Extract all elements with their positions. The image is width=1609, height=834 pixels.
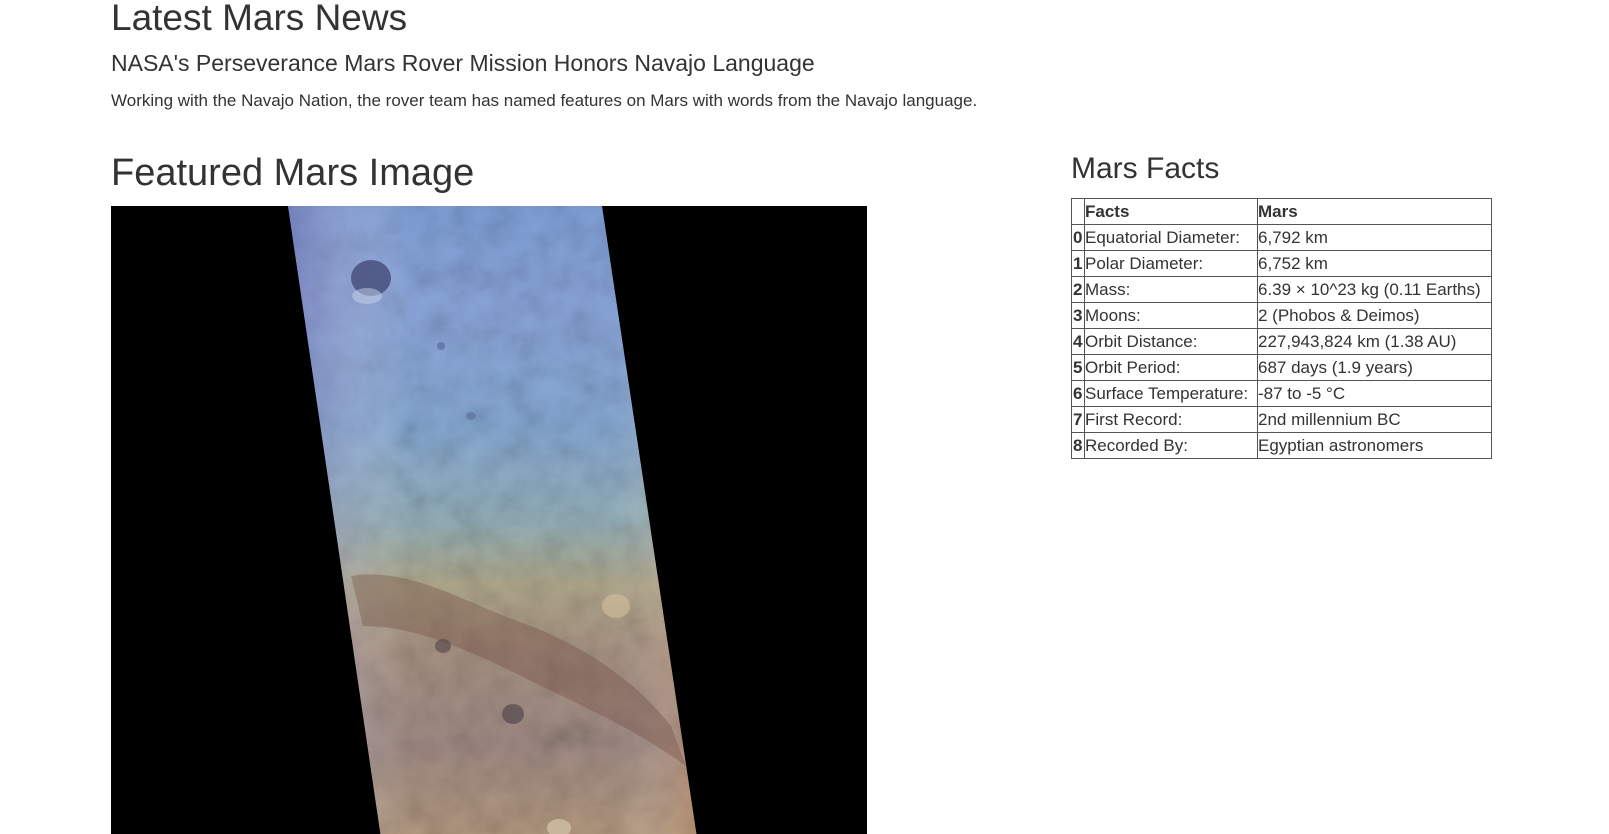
fact-value: 6,752 km bbox=[1257, 250, 1492, 277]
featured-mars-image bbox=[111, 206, 867, 834]
fact-value: 227,943,824 km (1.38 AU) bbox=[1257, 328, 1492, 355]
row-index: 0 bbox=[1071, 224, 1085, 251]
row-index: 4 bbox=[1071, 328, 1085, 355]
row-index: 7 bbox=[1071, 406, 1085, 433]
fact-value: 2 (Phobos & Deimos) bbox=[1257, 302, 1492, 329]
fact-value: 2nd millennium BC bbox=[1257, 406, 1492, 433]
mars-strip-image bbox=[288, 206, 697, 834]
table-row: 4 Orbit Distance: 227,943,824 km (1.38 A… bbox=[1071, 328, 1492, 355]
fact-value: -87 to -5 °C bbox=[1257, 380, 1492, 407]
news-title: NASA's Perseverance Mars Rover Mission H… bbox=[111, 50, 815, 76]
fact-value: 687 days (1.9 years) bbox=[1257, 354, 1492, 381]
fact-label: First Record: bbox=[1084, 406, 1258, 433]
fact-label: Equatorial Diameter: bbox=[1084, 224, 1258, 251]
row-index: 5 bbox=[1071, 354, 1085, 381]
table-row: 5 Orbit Period: 687 days (1.9 years) bbox=[1071, 354, 1492, 381]
row-index: 2 bbox=[1071, 276, 1085, 303]
mars-facts-heading: Mars Facts bbox=[1071, 152, 1220, 185]
fact-value: 6,792 km bbox=[1257, 224, 1492, 251]
fact-label: Moons: bbox=[1084, 302, 1258, 329]
featured-image-heading: Featured Mars Image bbox=[111, 152, 475, 194]
fact-label: Orbit Period: bbox=[1084, 354, 1258, 381]
facts-header-row: Facts Mars bbox=[1071, 198, 1492, 225]
row-index: 6 bbox=[1071, 380, 1085, 407]
table-row: 3 Moons: 2 (Phobos & Deimos) bbox=[1071, 302, 1492, 329]
table-row: 2 Mass: 6.39 × 10^23 kg (0.11 Earths) bbox=[1071, 276, 1492, 303]
fact-label: Recorded By: bbox=[1084, 432, 1258, 459]
fact-value: Egyptian astronomers bbox=[1257, 432, 1492, 459]
table-row: 0 Equatorial Diameter: 6,792 km bbox=[1071, 224, 1492, 251]
fact-value: 6.39 × 10^23 kg (0.11 Earths) bbox=[1257, 276, 1492, 303]
facts-column-header: Facts bbox=[1084, 198, 1258, 225]
mars-column-header: Mars bbox=[1257, 198, 1492, 225]
mars-facts-table: Facts Mars 0 Equatorial Diameter: 6,792 … bbox=[1071, 198, 1492, 459]
row-index: 8 bbox=[1071, 432, 1085, 459]
news-heading: Latest Mars News bbox=[111, 0, 408, 38]
page: Latest Mars News NASA's Perseverance Mar… bbox=[0, 0, 1609, 834]
row-index: 3 bbox=[1071, 302, 1085, 329]
fact-label: Orbit Distance: bbox=[1084, 328, 1258, 355]
fact-label: Mass: bbox=[1084, 276, 1258, 303]
table-row: 1 Polar Diameter: 6,752 km bbox=[1071, 250, 1492, 277]
fact-label: Polar Diameter: bbox=[1084, 250, 1258, 277]
row-index: 1 bbox=[1071, 250, 1085, 277]
table-row: 7 First Record: 2nd millennium BC bbox=[1071, 406, 1492, 433]
table-row: 8 Recorded By: Egyptian astronomers bbox=[1071, 432, 1492, 459]
fact-label: Surface Temperature: bbox=[1084, 380, 1258, 407]
index-column-header bbox=[1071, 198, 1085, 225]
news-teaser: Working with the Navajo Nation, the rove… bbox=[111, 91, 978, 110]
table-row: 6 Surface Temperature: -87 to -5 °C bbox=[1071, 380, 1492, 407]
